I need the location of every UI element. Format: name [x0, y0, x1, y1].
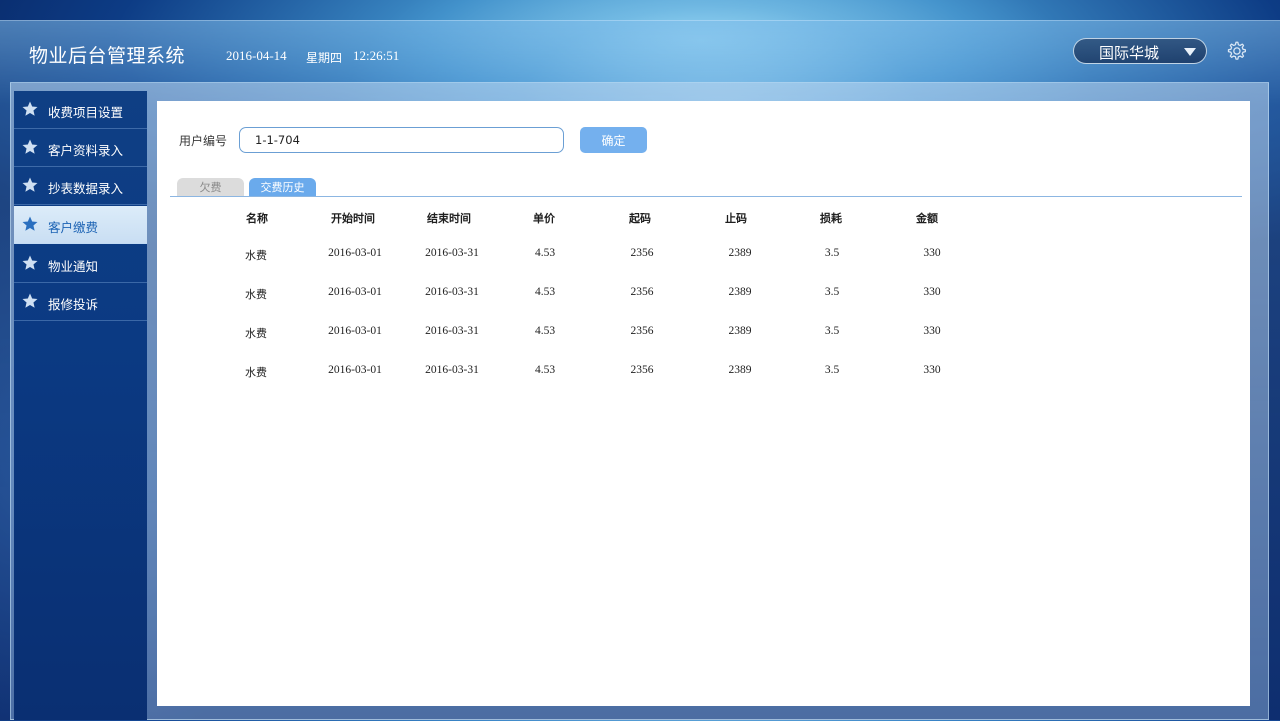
star-icon	[22, 139, 38, 154]
cell-start: 2016-03-01	[328, 286, 382, 298]
column-header-unit-price: 单价	[533, 212, 555, 225]
star-icon	[22, 293, 38, 308]
sidebar-item-notice[interactable]: 物业通知	[14, 245, 147, 283]
cell-name: 水费	[245, 249, 267, 262]
org-select-dropdown[interactable]: 国际华城	[1073, 38, 1207, 64]
cell-amount: 330	[923, 286, 941, 298]
column-header-end: 结束时间	[427, 212, 471, 225]
user-id-input[interactable]	[239, 127, 564, 153]
sidebar-item-customer-payment[interactable]: 客户缴费	[14, 206, 147, 244]
cell-end-reading: 2389	[728, 247, 752, 259]
cell-loss: 3.5	[824, 325, 840, 337]
confirm-button[interactable]: 确定	[580, 127, 647, 153]
cell-end-reading: 2389	[728, 364, 752, 376]
star-icon	[22, 101, 38, 116]
gear-icon[interactable]	[1225, 40, 1247, 62]
chevron-down-icon	[1184, 48, 1196, 56]
cell-amount: 330	[923, 364, 941, 376]
main-content-panel	[157, 101, 1250, 706]
cell-loss: 3.5	[824, 364, 840, 376]
cell-amount: 330	[923, 325, 941, 337]
sidebar-item-repair[interactable]: 报修投诉	[14, 283, 147, 321]
cell-start: 2016-03-01	[328, 364, 382, 376]
cell-start: 2016-03-01	[328, 325, 382, 337]
sidebar-item-label: 客户资料录入	[48, 143, 124, 158]
sidebar-item-fee-settings[interactable]: 收费项目设置	[14, 91, 147, 129]
org-select-label: 国际华城	[1099, 44, 1160, 62]
cell-end: 2016-03-31	[425, 247, 479, 259]
sidebar-item-label: 报修投诉	[48, 297, 99, 312]
sidebar-item-label: 物业通知	[48, 259, 99, 274]
cell-start-reading: 2356	[630, 247, 654, 259]
cell-end-reading: 2389	[728, 286, 752, 298]
cell-start-reading: 2356	[630, 325, 654, 337]
sidebar-item-meter-entry[interactable]: 抄表数据录入	[14, 167, 147, 205]
cell-loss: 3.5	[824, 247, 840, 259]
tab-arrears[interactable]: 欠费	[177, 178, 244, 197]
column-header-name: 名称	[246, 212, 268, 225]
sidebar-item-label: 收费项目设置	[48, 105, 124, 120]
cell-unit-price: 4.53	[534, 286, 556, 298]
cell-end: 2016-03-31	[425, 364, 479, 376]
cell-end: 2016-03-31	[425, 286, 479, 298]
column-header-amount: 金额	[916, 212, 938, 225]
cell-start: 2016-03-01	[328, 247, 382, 259]
cell-name: 水费	[245, 327, 267, 340]
header-time: 12:26:51	[353, 48, 400, 63]
header-weekday: 星期四	[306, 51, 343, 65]
sidebar-item-label: 客户缴费	[48, 220, 99, 235]
cell-name: 水费	[245, 366, 267, 379]
column-header-start: 开始时间	[331, 212, 375, 225]
header-date: 2016-04-14	[226, 48, 287, 63]
cell-start-reading: 2356	[630, 364, 654, 376]
cell-start-reading: 2356	[630, 286, 654, 298]
cell-unit-price: 4.53	[534, 247, 556, 259]
app-title: 物业后台管理系统	[29, 45, 186, 67]
cell-loss: 3.5	[824, 286, 840, 298]
star-icon	[22, 255, 38, 270]
cell-amount: 330	[923, 247, 941, 259]
cell-unit-price: 4.53	[534, 325, 556, 337]
sidebar: 收费项目设置 客户资料录入 抄表数据录入 客户缴费 物业通知 报修投诉	[14, 91, 147, 720]
cell-end: 2016-03-31	[425, 325, 479, 337]
cell-end-reading: 2389	[728, 325, 752, 337]
column-header-end-reading: 止码	[725, 212, 747, 225]
column-header-loss: 损耗	[820, 212, 842, 225]
user-id-label: 用户编号	[179, 134, 228, 148]
sidebar-item-customer-entry[interactable]: 客户资料录入	[14, 129, 147, 167]
tab-divider	[170, 196, 1242, 197]
cell-unit-price: 4.53	[534, 364, 556, 376]
tab-payment-history[interactable]: 交费历史	[249, 178, 316, 197]
star-icon	[22, 216, 38, 231]
column-header-start-reading: 起码	[629, 212, 651, 225]
cell-name: 水费	[245, 288, 267, 301]
star-icon	[22, 177, 38, 192]
sidebar-item-label: 抄表数据录入	[48, 181, 124, 196]
